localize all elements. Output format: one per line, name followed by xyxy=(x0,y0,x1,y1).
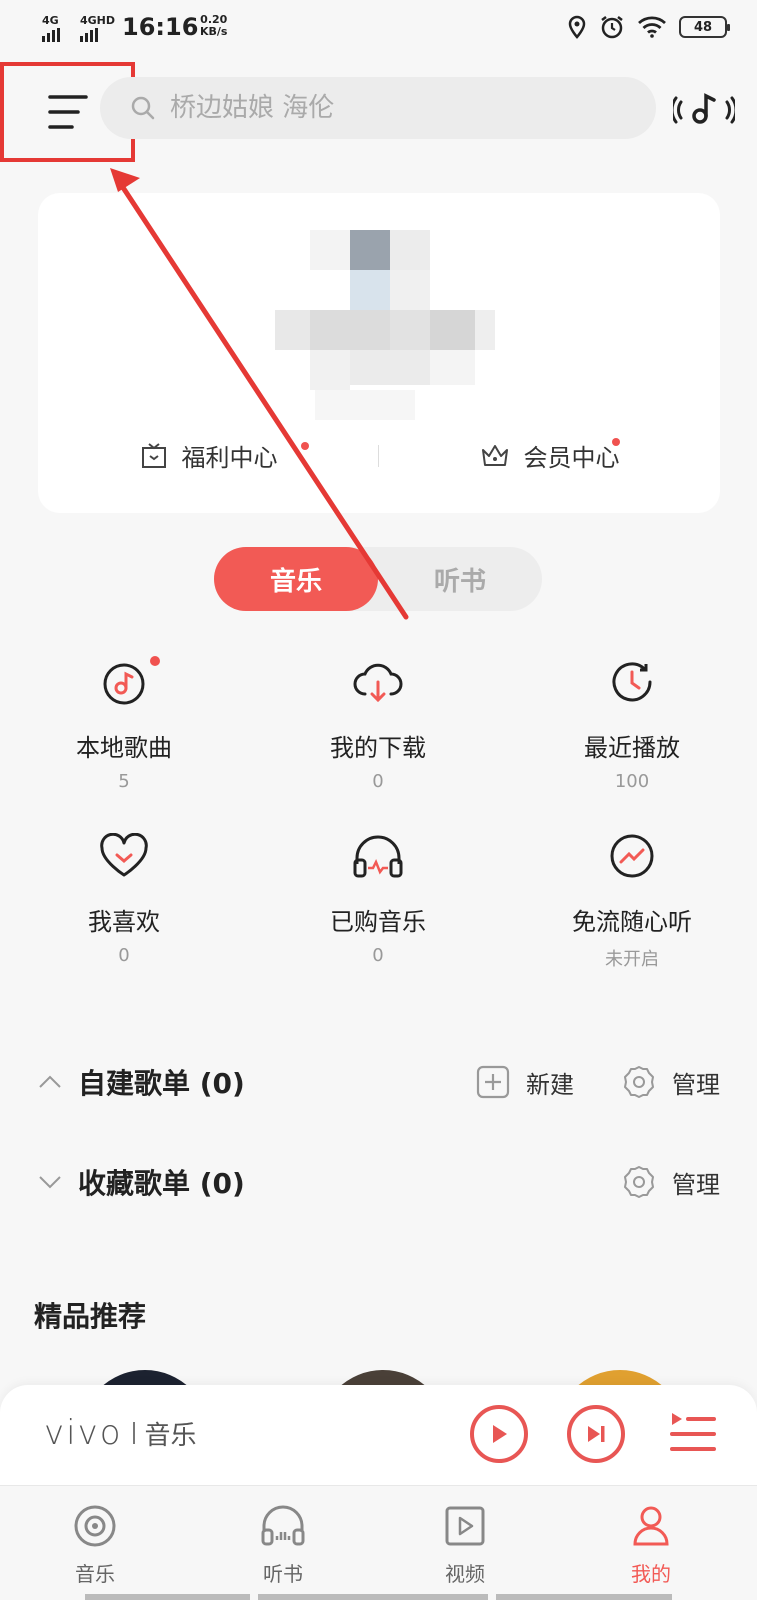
vip-label: 会员中心 xyxy=(523,443,620,472)
next-button[interactable] xyxy=(567,1405,625,1463)
mini-player[interactable]: vivo 音乐 xyxy=(0,1385,757,1485)
grid-local-music[interactable]: 本地歌曲 5 xyxy=(4,652,244,792)
grid-count: 0 xyxy=(372,945,384,966)
welfare-center-link[interactable]: 福利中心 xyxy=(38,438,379,473)
collected-playlists-title: 收藏歌单 (0) xyxy=(78,1167,245,1200)
gear-icon xyxy=(624,1166,654,1198)
status-bar: 4G 4GHD 16:16 0.20 KB/s 48 xyxy=(0,0,757,58)
nav-label: 我的 xyxy=(631,1562,671,1586)
local-music-dot xyxy=(150,656,160,666)
manage-collected-button[interactable]: 管理 xyxy=(622,1165,720,1200)
signal-sim2: 4GHD xyxy=(80,14,115,42)
created-playlists-row[interactable]: 自建歌单 (0) 新建 管理 xyxy=(0,1052,757,1112)
grid-label: 免流随心听 xyxy=(572,908,692,936)
grid-downloads[interactable]: 我的下载 0 xyxy=(258,652,498,792)
battery-indicator: 48 xyxy=(679,16,730,38)
grid-count: 5 xyxy=(118,771,130,792)
alarm-icon xyxy=(601,16,623,39)
next-track-icon xyxy=(588,1426,605,1442)
nav-video[interactable]: 视频 xyxy=(410,1504,520,1587)
grid-label: 我喜欢 xyxy=(88,908,160,936)
local-music-icon xyxy=(103,663,145,705)
music-audiobook-switch: 音乐 听书 xyxy=(214,547,542,611)
nav-mine[interactable]: 我的 xyxy=(596,1504,706,1587)
created-playlists-title: 自建歌单 (0) xyxy=(78,1067,245,1100)
collected-playlists-row[interactable]: 收藏歌单 (0) 管理 xyxy=(0,1152,757,1212)
tab-music[interactable]: 音乐 xyxy=(214,547,378,611)
grid-purchased[interactable]: 已购音乐 0 xyxy=(258,826,498,966)
sim1-label: 4G xyxy=(42,14,59,27)
person-icon xyxy=(633,1506,669,1546)
audiobook-icon xyxy=(261,1505,305,1546)
grid-label: 我的下载 xyxy=(330,734,426,762)
gesture-bar-1 xyxy=(85,1594,250,1600)
play-icon xyxy=(493,1425,507,1443)
recent-icon xyxy=(612,662,652,702)
vinyl-icon xyxy=(74,1505,116,1547)
grid-recent[interactable]: 最近播放 100 xyxy=(512,652,752,792)
song-recognition-button[interactable] xyxy=(672,88,736,132)
search-icon xyxy=(131,96,155,120)
vip-center-link[interactable]: 会员中心 xyxy=(379,437,720,473)
headphones-icon xyxy=(353,835,403,878)
manage-label: 管理 xyxy=(672,1170,720,1199)
signal-sim1: 4G xyxy=(42,14,60,42)
brand-sub: 音乐 xyxy=(144,1420,197,1451)
wifi-icon xyxy=(638,16,666,38)
heart-icon xyxy=(100,833,148,877)
grid-label: 本地歌曲 xyxy=(76,734,172,762)
bottom-navigation: 音乐 听书 视频 我的 xyxy=(0,1485,757,1600)
manage-created-button[interactable]: 管理 xyxy=(622,1065,720,1100)
music-recognition-icon xyxy=(673,93,735,124)
chevron-up-icon xyxy=(39,1075,61,1088)
grid-count: 100 xyxy=(614,771,650,792)
grid-count: 0 xyxy=(118,945,130,966)
gear-icon xyxy=(624,1066,654,1098)
playlist-queue-button[interactable] xyxy=(668,1409,718,1459)
crown-icon xyxy=(481,445,508,466)
free-flow-icon xyxy=(610,834,654,878)
add-box-icon xyxy=(476,1065,510,1099)
welfare-notification-dot xyxy=(301,441,309,450)
nav-label: 听书 xyxy=(263,1562,303,1586)
tab-audiobook[interactable]: 听书 xyxy=(378,547,542,611)
clock: 16:16 xyxy=(122,13,199,41)
player-brand: vivo 音乐 xyxy=(44,1413,197,1453)
grid-free-flow[interactable]: 免流随心听 未开启 xyxy=(512,826,752,971)
play-button[interactable] xyxy=(470,1405,528,1463)
video-icon xyxy=(445,1506,485,1546)
sim2-label: 4GHD xyxy=(80,14,116,27)
chevron-down-icon xyxy=(39,1176,61,1189)
grid-favorites[interactable]: 我喜欢 0 xyxy=(4,826,244,966)
brand-name: vivo xyxy=(44,1413,123,1453)
network-speed: 0.20 KB/s xyxy=(200,14,227,38)
grid-label: 已购音乐 xyxy=(330,908,426,936)
grid-label: 最近播放 xyxy=(584,734,680,762)
download-icon xyxy=(353,663,403,703)
gift-bag-icon xyxy=(141,443,166,468)
nav-label: 音乐 xyxy=(75,1562,115,1586)
gesture-bar-2 xyxy=(258,1594,488,1600)
grid-count: 0 xyxy=(372,771,384,792)
vip-notification-dot xyxy=(612,437,620,446)
grid-count: 未开启 xyxy=(605,949,659,970)
nav-music[interactable]: 音乐 xyxy=(40,1504,150,1587)
search-input[interactable] xyxy=(170,93,610,123)
hamburger-menu-icon xyxy=(47,95,88,129)
location-icon xyxy=(568,15,586,39)
manage-label: 管理 xyxy=(672,1070,720,1099)
recommend-title: 精品推荐 xyxy=(34,1300,147,1333)
search-bar[interactable] xyxy=(100,77,656,139)
card-divider xyxy=(378,445,379,467)
new-playlist-button[interactable]: 新建 xyxy=(476,1065,574,1100)
welfare-label: 福利中心 xyxy=(181,443,278,472)
nav-audiobook[interactable]: 听书 xyxy=(228,1504,338,1587)
blurred-profile-image[interactable] xyxy=(275,210,505,430)
playlist-icon xyxy=(670,1413,716,1451)
new-label: 新建 xyxy=(526,1070,574,1099)
speed-unit: KB/s xyxy=(200,25,228,38)
nav-label: 视频 xyxy=(445,1562,485,1586)
gesture-bar-3 xyxy=(496,1594,672,1600)
